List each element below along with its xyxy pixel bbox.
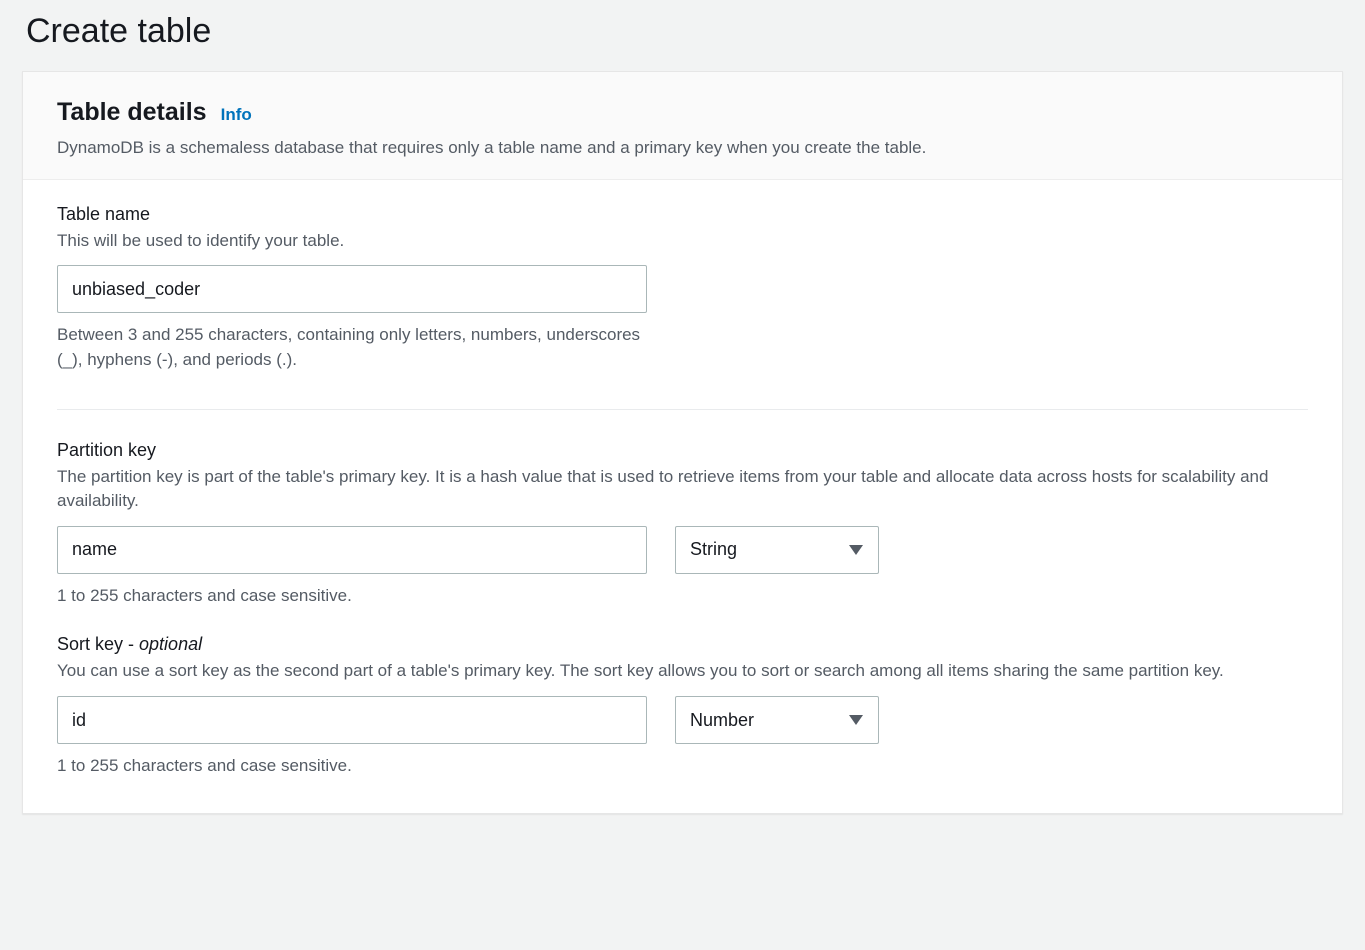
table-name-field: Table name This will be used to identify… [57, 204, 1308, 373]
panel-header: Table details Info DynamoDB is a schemal… [23, 72, 1342, 180]
panel-description: DynamoDB is a schemaless database that r… [57, 136, 1308, 161]
partition-key-post-hint: 1 to 255 characters and case sensitive. [57, 584, 667, 609]
sort-key-type-select[interactable]: Number [675, 696, 879, 744]
table-name-post-hint: Between 3 and 255 characters, containing… [57, 323, 667, 372]
partition-key-label: Partition key [57, 440, 1308, 461]
partition-key-field: Partition key The partition key is part … [57, 440, 1308, 609]
sort-key-post-hint: 1 to 255 characters and case sensitive. [57, 754, 667, 779]
sort-key-hint: You can use a sort key as the second par… [57, 659, 1308, 684]
table-name-input[interactable] [57, 265, 647, 313]
sort-key-label-main: Sort key - [57, 634, 139, 654]
sort-key-field: Sort key - optional You can use a sort k… [57, 634, 1308, 778]
sort-key-label: Sort key - optional [57, 634, 1308, 655]
sort-key-label-optional: optional [139, 634, 202, 654]
sort-key-input[interactable] [57, 696, 647, 744]
divider [57, 409, 1308, 410]
table-name-hint: This will be used to identify your table… [57, 229, 1308, 254]
table-details-panel: Table details Info DynamoDB is a schemal… [22, 71, 1343, 814]
partition-key-input[interactable] [57, 526, 647, 574]
sort-key-type-value: Number [675, 696, 879, 744]
page-title: Create table [22, 0, 1343, 71]
partition-key-type-value: String [675, 526, 879, 574]
partition-key-hint: The partition key is part of the table's… [57, 465, 1308, 514]
panel-heading: Table details [57, 98, 207, 127]
info-link[interactable]: Info [221, 105, 252, 125]
table-name-label: Table name [57, 204, 1308, 225]
partition-key-type-select[interactable]: String [675, 526, 879, 574]
